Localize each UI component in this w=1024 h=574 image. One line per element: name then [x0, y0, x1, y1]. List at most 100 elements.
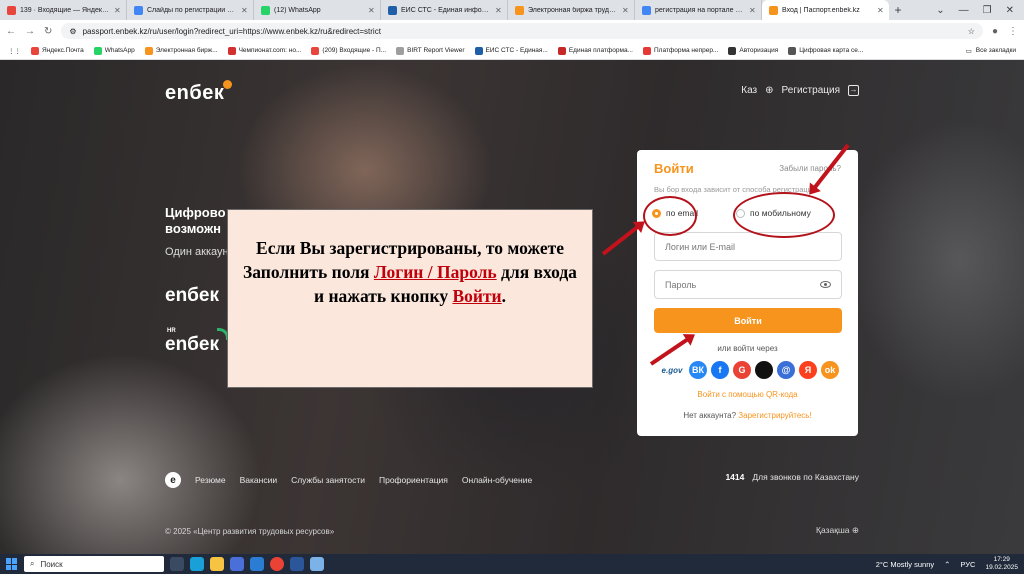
footer-lang-switch[interactable]: Қазақша ⊕ — [816, 525, 859, 536]
new-tab-button[interactable]: + — [889, 0, 907, 20]
footer-nav-link[interactable]: Профориентация — [379, 475, 448, 485]
login-arrow-icon[interactable]: → — [848, 85, 859, 96]
hero-title-line-1: Цифрово — [165, 205, 226, 220]
footer-nav-link[interactable]: Онлайн-обучение — [462, 475, 532, 485]
bookmark-item[interactable]: Яндекс.Почта — [31, 46, 84, 55]
folder-icon: ▭ — [965, 47, 972, 55]
social-login-icon[interactable]: Я — [799, 361, 817, 379]
footer-nav-link[interactable]: Вакансии — [240, 475, 277, 485]
site-logo[interactable]: enбек — [165, 80, 233, 105]
close-window-button[interactable]: ✕ — [1006, 5, 1014, 16]
footer-nav-link[interactable]: Службы занятости — [291, 475, 365, 485]
browser-tab[interactable]: Слайды по регистрации резю ✕ — [127, 0, 254, 20]
password-input[interactable]: Пароль — [654, 270, 842, 299]
back-icon[interactable]: ← — [6, 26, 16, 37]
hotline-text: Для звонков по Казахстану — [752, 472, 859, 482]
bookmark-favicon-icon — [788, 46, 797, 55]
url-field[interactable]: ⚙ passport.enbek.kz/ru/user/login?redire… — [61, 23, 983, 39]
highlight-ellipse-email — [643, 196, 697, 236]
register-link[interactable]: Регистрация — [782, 85, 840, 96]
show-password-eye-icon[interactable] — [820, 281, 831, 288]
browser-tab[interactable]: Вход | Паспорт.enbek.kz ✕ — [762, 0, 889, 20]
footer-logo[interactable]: e — [165, 472, 181, 488]
bookmark-item[interactable]: BIRT Report Viewer — [396, 46, 465, 55]
browser-tab[interactable]: регистрация на портале элек ✕ — [635, 0, 762, 20]
maximize-button[interactable]: ❐ — [983, 5, 992, 16]
close-tab-icon[interactable]: ✕ — [749, 6, 757, 15]
word-icon[interactable] — [290, 557, 304, 571]
close-tab-icon[interactable]: ✕ — [114, 6, 122, 15]
footer-nav-link[interactable]: Резюме — [195, 475, 226, 485]
reload-icon[interactable]: ↻ — [44, 26, 52, 37]
tab-search-icon[interactable]: ⌄ — [936, 5, 944, 16]
qr-login-link[interactable]: Войти с помощью QR-кода — [637, 390, 858, 399]
forward-icon[interactable]: → — [25, 26, 35, 37]
tab-bar: 139 · Входящие — Яндекс По ✕ Слайды по рег… — [0, 0, 1024, 20]
store-icon[interactable] — [230, 557, 244, 571]
toolbar-right: ● ⋮ — [992, 26, 1018, 37]
tray-up-icon[interactable]: ⌃ — [944, 560, 950, 569]
register-now-link[interactable]: Зарегистрируйтесь! — [738, 411, 811, 420]
social-login-icon[interactable] — [755, 361, 773, 379]
no-account-row: Нет аккаунта? Зарегистрируйтесь! — [637, 411, 858, 420]
weather[interactable]: 2°C Mostly sunny — [876, 560, 934, 569]
all-bookmarks-label: Все закладки — [975, 47, 1016, 54]
menu-icon[interactable]: ⋮ — [1008, 26, 1018, 37]
tab-favicon-icon — [642, 5, 651, 15]
windows-start-icon[interactable] — [6, 558, 18, 570]
apps-icon[interactable]: ⋮⋮ — [8, 47, 21, 55]
bookmark-favicon-icon — [728, 46, 737, 55]
social-login-icon[interactable]: ok — [821, 361, 839, 379]
bookmark-item[interactable]: Чемпионат.com: но... — [227, 46, 301, 55]
globe-icon[interactable]: ⊕ — [765, 85, 773, 96]
browser-tab[interactable]: ЕИС СТС - Единая информаци ✕ — [381, 0, 508, 20]
chrome-icon[interactable] — [270, 557, 284, 571]
hero-title-line-2: возможн — [165, 221, 222, 236]
edge-icon[interactable] — [190, 557, 204, 571]
bookmark-label: (209) Входящие - П... — [322, 47, 387, 54]
task-view-icon[interactable] — [170, 557, 184, 571]
social-login-icon[interactable]: ВК — [689, 361, 707, 379]
notepad-icon[interactable] — [310, 557, 324, 571]
bookmark-item[interactable]: WhatsApp — [93, 46, 135, 55]
enbek-hr-logo: enбек — [165, 328, 229, 356]
hero-title: Цифрово возможн — [165, 205, 226, 237]
note-link-login: Войти — [452, 286, 502, 306]
mail-icon[interactable] — [250, 557, 264, 571]
site-info-icon[interactable]: ⚙ — [69, 27, 76, 36]
close-tab-icon[interactable]: ✕ — [622, 6, 630, 15]
social-login-icon[interactable]: G — [733, 361, 751, 379]
file-explorer-icon[interactable] — [210, 557, 224, 571]
close-tab-icon[interactable]: ✕ — [241, 6, 249, 15]
bookmark-item[interactable]: (209) Входящие - П... — [311, 46, 387, 55]
copyright: © 2025 «Центр развития трудовых ресурсов… — [165, 527, 335, 536]
browser-tab[interactable]: 139 · Входящие — Яндекс По ✕ — [0, 0, 127, 20]
browser-tab[interactable]: (12) WhatsApp ✕ — [254, 0, 381, 20]
lang-switch[interactable]: Каз — [741, 85, 757, 96]
login-submit-button[interactable]: Войти — [654, 308, 842, 333]
social-login-icon[interactable]: f — [711, 361, 729, 379]
bookmark-star-icon[interactable]: ☆ — [968, 27, 975, 36]
bookmark-favicon-icon — [642, 46, 651, 55]
clock-time: 17:29 — [993, 556, 1010, 563]
bookmark-item[interactable]: ЕИС СТС - Единая... — [474, 46, 548, 55]
bookmark-item[interactable]: Авторизация — [728, 46, 778, 55]
close-tab-icon[interactable]: ✕ — [877, 6, 885, 15]
close-tab-icon[interactable]: ✕ — [495, 6, 503, 15]
close-tab-icon[interactable]: ✕ — [368, 6, 376, 15]
input-language[interactable]: РУС — [960, 560, 975, 569]
social-login-icon[interactable]: e.gov — [659, 361, 685, 379]
taskbar-search[interactable]: ⌕ Поиск — [24, 556, 164, 572]
bookmark-item[interactable]: Электронная бирж... — [144, 46, 218, 55]
clock[interactable]: 17:29 19.02.2025 — [985, 556, 1018, 572]
profile-icon[interactable]: ● — [992, 26, 998, 37]
footer-globe-icon: ⊕ — [851, 525, 859, 535]
social-login-icon[interactable]: @ — [777, 361, 795, 379]
bookmark-item[interactable]: Платформа непрер... — [642, 46, 718, 55]
login-input[interactable]: Логин или E-mail — [654, 232, 842, 261]
minimize-button[interactable]: — — [959, 5, 969, 16]
all-bookmarks[interactable]: ▭ Все закладки — [966, 47, 1016, 55]
bookmark-item[interactable]: Единая платформа... — [557, 46, 633, 55]
bookmark-item[interactable]: Цифровая карта се... — [788, 46, 863, 55]
browser-tab[interactable]: Электронная биржа труда | Ре ✕ — [508, 0, 635, 20]
